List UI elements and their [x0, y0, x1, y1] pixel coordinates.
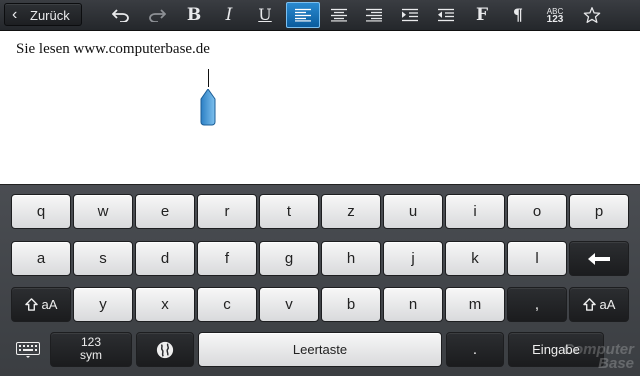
comma-key[interactable]: , [507, 287, 567, 322]
align-center-icon [331, 8, 347, 22]
key-z[interactable]: z [321, 194, 381, 229]
star-icon [583, 7, 601, 23]
shift-key-left[interactable]: aA [11, 287, 71, 322]
back-chevron-icon: ‹ [12, 6, 18, 23]
align-center-button[interactable] [322, 1, 356, 29]
key-k[interactable]: k [445, 241, 505, 276]
key-j[interactable]: j [383, 241, 443, 276]
shift-arrow-icon [582, 298, 596, 311]
backspace-key[interactable] [569, 241, 629, 276]
key-l[interactable]: l [507, 241, 567, 276]
key-n[interactable]: n [383, 287, 443, 322]
italic-icon[interactable]: I [212, 1, 246, 29]
key-c[interactable]: c [197, 287, 257, 322]
align-right-icon [366, 8, 382, 22]
key-v[interactable]: v [259, 287, 319, 322]
align-left-icon [295, 8, 311, 22]
shift-label: aA [599, 297, 616, 312]
indent-decrease-icon [438, 8, 454, 22]
document-text[interactable]: Sie lesen www.computerbase.de [16, 41, 210, 58]
text-cursor [208, 69, 209, 87]
backspace-arrow-icon [588, 253, 610, 265]
symbol-key[interactable]: 123 sym [50, 332, 132, 367]
underline-icon[interactable]: U [248, 1, 282, 29]
bold-icon[interactable]: B [177, 1, 211, 29]
indent-increase-button[interactable] [393, 1, 427, 29]
key-b[interactable]: b [321, 287, 381, 322]
sym-line2: sym [80, 348, 102, 362]
redo-icon [149, 9, 166, 22]
paragraph-icon[interactable]: ¶ [501, 1, 535, 29]
computerbase-watermark: Computer Base [563, 342, 634, 372]
spellcheck-abc-icon[interactable]: ABC 123 [538, 1, 572, 29]
formatting-toolbar: ‹ Zurück B I U F ¶ ABC 123 [0, 0, 640, 31]
globe-icon [156, 341, 174, 359]
back-button[interactable]: ‹ Zurück [4, 3, 82, 26]
key-e[interactable]: e [135, 194, 195, 229]
undo-button[interactable] [104, 1, 138, 29]
redo-button[interactable] [140, 1, 174, 29]
undo-icon [112, 9, 129, 22]
onscreen-keyboard: q w e r t z u i o p a s d f g h j k l aA y x c v b n m, aA 123 sym Lee… [0, 184, 640, 376]
abc-line2: 123 [546, 14, 564, 25]
key-r[interactable]: r [197, 194, 257, 229]
key-s[interactable]: s [73, 241, 133, 276]
key-y[interactable]: y [73, 287, 133, 322]
space-key[interactable]: Leertaste [198, 332, 442, 367]
indent-decrease-button[interactable] [429, 1, 463, 29]
language-key[interactable] [136, 332, 194, 367]
key-d[interactable]: d [135, 241, 195, 276]
key-h[interactable]: h [321, 241, 381, 276]
font-icon[interactable]: F [465, 1, 499, 29]
align-left-button[interactable] [286, 2, 320, 28]
key-t[interactable]: t [259, 194, 319, 229]
key-a[interactable]: a [11, 241, 71, 276]
period-key[interactable]: . [446, 332, 504, 367]
shift-arrow-icon [24, 298, 38, 311]
key-q[interactable]: q [11, 194, 71, 229]
shift-label: aA [41, 297, 58, 312]
favorite-button[interactable] [575, 1, 609, 29]
key-w[interactable]: w [73, 194, 133, 229]
shift-key-right[interactable]: aA [569, 287, 629, 322]
key-g[interactable]: g [259, 241, 319, 276]
keyboard-icon [16, 342, 40, 358]
key-i[interactable]: i [445, 194, 505, 229]
key-m[interactable]: m [445, 287, 505, 322]
document-editor[interactable]: Sie lesen www.computerbase.de [0, 31, 640, 184]
back-button-label: Zurück [30, 8, 70, 23]
key-p[interactable]: p [569, 194, 629, 229]
key-f[interactable]: f [197, 241, 257, 276]
align-right-button[interactable] [357, 1, 391, 29]
indent-increase-icon [402, 8, 418, 22]
watermark-line2: Base [598, 355, 634, 372]
key-o[interactable]: o [507, 194, 567, 229]
key-x[interactable]: x [135, 287, 195, 322]
key-u[interactable]: u [383, 194, 443, 229]
keyboard-hide-button[interactable] [10, 332, 46, 367]
cursor-handle-icon[interactable] [200, 89, 216, 127]
